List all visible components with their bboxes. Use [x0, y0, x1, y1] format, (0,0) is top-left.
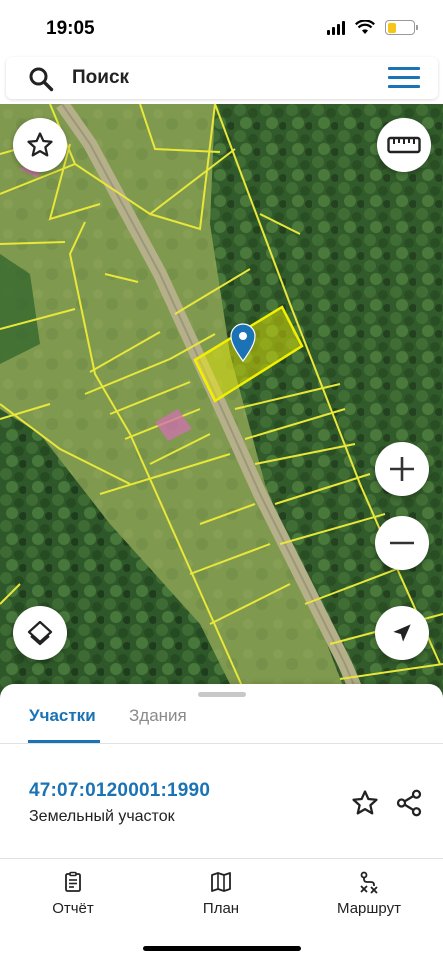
navigation-arrow-icon — [393, 624, 411, 642]
wifi-icon — [355, 20, 375, 34]
parcel-info-sheet: Участки Здания 47:07:0120001:1990 Земель… — [0, 684, 443, 960]
zoom-out-button[interactable] — [375, 516, 429, 570]
layers-icon — [27, 620, 53, 646]
map-plan-icon — [211, 872, 231, 892]
nav-route-label: Маршрут — [337, 900, 401, 917]
plus-icon — [390, 457, 414, 481]
nav-plan-label: План — [202, 900, 240, 917]
nav-report[interactable]: Отчёт — [18, 870, 128, 917]
report-icon — [65, 871, 81, 892]
favorite-button[interactable] — [13, 118, 67, 172]
search-icon[interactable] — [28, 66, 54, 92]
satellite-map[interactable] — [0, 104, 443, 704]
nav-route[interactable]: Маршрут — [314, 870, 424, 917]
status-icons — [327, 20, 418, 35]
status-bar: 19:05 — [0, 0, 443, 56]
star-icon — [352, 790, 378, 815]
tab-parcels[interactable]: Участки — [29, 706, 96, 726]
search-bar[interactable]: Поиск — [6, 57, 438, 99]
nav-report-label: Отчёт — [52, 900, 94, 917]
parcel-type-label: Земельный участок — [29, 808, 175, 825]
share-icon — [396, 789, 422, 817]
battery-level — [387, 22, 397, 33]
star-icon — [27, 132, 53, 157]
hamburger-menu-icon[interactable] — [388, 67, 420, 89]
tab-buildings[interactable]: Здания — [129, 706, 187, 726]
bottom-nav-divider — [0, 858, 443, 859]
cellular-signal-icon — [327, 20, 345, 35]
ruler-icon — [387, 136, 421, 154]
cadastral-number-link[interactable]: 47:07:0120001:1990 — [29, 780, 210, 802]
add-to-favorites-button[interactable] — [350, 788, 380, 818]
layers-button[interactable] — [13, 606, 67, 660]
minus-icon — [390, 541, 414, 545]
route-icon — [360, 871, 378, 894]
zoom-in-button[interactable] — [375, 442, 429, 496]
search-input[interactable]: Поиск — [72, 67, 129, 89]
home-indicator[interactable] — [143, 946, 301, 951]
battery-icon — [385, 20, 418, 35]
sheet-drag-handle[interactable] — [198, 692, 246, 697]
status-time: 19:05 — [46, 18, 95, 39]
tabs-divider — [0, 743, 443, 744]
ruler-button[interactable] — [377, 118, 431, 172]
locate-button[interactable] — [375, 606, 429, 660]
nav-plan[interactable]: План — [166, 870, 276, 917]
share-button[interactable] — [394, 788, 424, 818]
map-canvas[interactable] — [0, 104, 443, 704]
